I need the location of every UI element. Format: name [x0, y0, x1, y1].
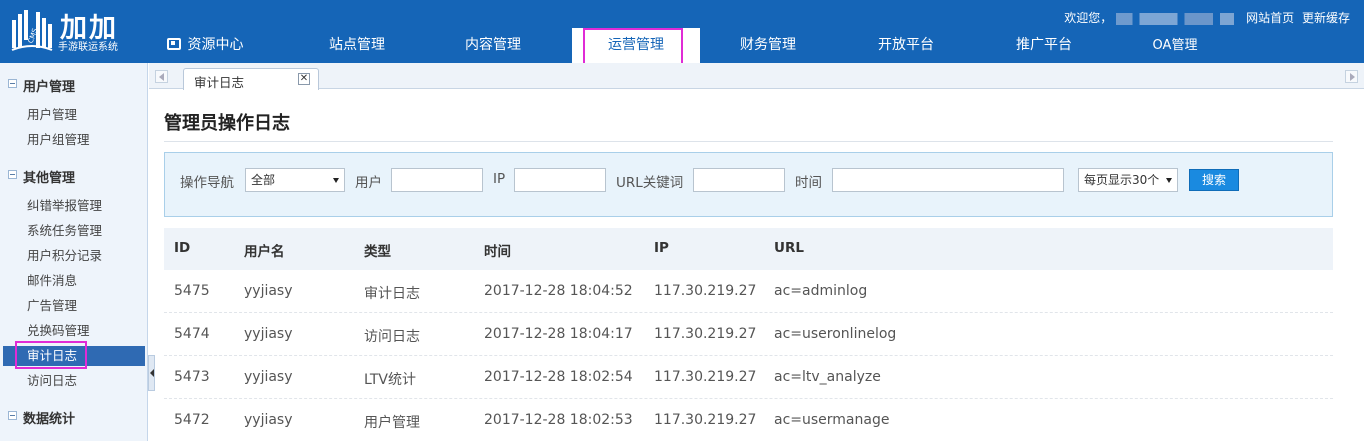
- logo-subtitle: 手游联运系统: [58, 42, 118, 53]
- sidebar-item-ad-management[interactable]: 广告管理: [0, 296, 148, 316]
- close-icon[interactable]: ✕: [298, 73, 310, 85]
- collapse-minus-icon: [8, 170, 17, 179]
- sidebar-item-system-task[interactable]: 系统任务管理: [0, 221, 148, 241]
- column-header-id: ID: [174, 240, 191, 256]
- cell-id: 5473: [174, 369, 210, 385]
- link-site-home[interactable]: 网站首页: [1246, 11, 1294, 25]
- logo[interactable]: CMS 加加 手游联运系统: [8, 6, 138, 56]
- nav-operations-management[interactable]: 运营管理: [572, 28, 700, 63]
- sidebar-item-user-management[interactable]: 用户管理: [0, 105, 148, 125]
- cell-url: ac=useronlinelog: [774, 326, 897, 342]
- collapse-minus-icon: [8, 79, 17, 88]
- sidebar-group-other[interactable]: 其他管理: [0, 164, 148, 188]
- table-header: ID 用户名 类型 时间 IP URL: [164, 228, 1333, 270]
- filter-user-input[interactable]: [391, 168, 483, 192]
- collapse-minus-icon: [8, 411, 17, 420]
- cell-username: yyjiasy: [244, 283, 293, 299]
- cell-type: 访问日志: [364, 329, 420, 345]
- monitor-icon: [166, 38, 181, 50]
- cell-ip: 117.30.219.27: [654, 283, 757, 299]
- cell-username: yyjiasy: [244, 412, 293, 428]
- cell-time: 2017-12-28 18:02:54: [484, 369, 633, 385]
- tab-scroll-right-icon[interactable]: [1345, 70, 1358, 83]
- cell-url: ac=usermanage: [774, 412, 890, 428]
- nav-content-management[interactable]: 内容管理: [448, 28, 538, 63]
- nav-resource-center[interactable]: 资源中心: [160, 28, 250, 63]
- cell-time: 2017-12-28 18:04:17: [484, 326, 633, 342]
- welcome-text: 欢迎您，: [1064, 11, 1113, 25]
- column-header-username: 用户名: [244, 244, 285, 260]
- filter-url-input[interactable]: [693, 168, 785, 192]
- cell-url: ac=adminlog: [774, 283, 868, 299]
- sidebar-item-points-record[interactable]: 用户积分记录: [0, 246, 148, 266]
- filter-time-input[interactable]: [832, 168, 1064, 192]
- column-header-ip: IP: [654, 240, 669, 256]
- search-button[interactable]: 搜索: [1189, 169, 1239, 191]
- table-row: 5475 yyjiasy 审计日志 2017-12-28 18:04:52 11…: [164, 270, 1333, 313]
- link-refresh-cache[interactable]: 更新缓存: [1302, 11, 1350, 25]
- cell-id: 5475: [174, 283, 210, 299]
- nav-promotion-platform[interactable]: 推广平台: [999, 28, 1089, 63]
- tab-scroll-left-icon[interactable]: [155, 70, 168, 83]
- filter-ip-label: IP: [493, 171, 506, 187]
- filter-ip-input[interactable]: [514, 168, 606, 192]
- column-header-time: 时间: [484, 244, 511, 260]
- sidebar-group-user[interactable]: 用户管理: [0, 73, 148, 97]
- cell-type: 用户管理: [364, 415, 420, 431]
- sidebar: 用户管理 用户管理 用户组管理 其他管理 纠错举报管理 系统任务管理 用户积分记…: [0, 63, 148, 441]
- per-page-select[interactable]: 每页显示30个: [1078, 168, 1178, 192]
- cell-time: 2017-12-28 18:04:52: [484, 283, 633, 299]
- cell-ip: 117.30.219.27: [654, 369, 757, 385]
- sidebar-item-mail-message[interactable]: 邮件消息: [0, 271, 148, 291]
- cell-ip: 117.30.219.27: [654, 326, 757, 342]
- column-header-url: URL: [774, 240, 804, 256]
- filter-url-label: URL关键词: [616, 175, 684, 191]
- cell-type: 审计日志: [364, 286, 420, 302]
- table-row: 5474 yyjiasy 访问日志 2017-12-28 18:04:17 11…: [164, 313, 1333, 356]
- page-title: 管理员操作日志: [164, 113, 290, 134]
- tab-audit-log[interactable]: 审计日志 ✕: [183, 68, 319, 90]
- column-header-type: 类型: [364, 244, 391, 260]
- cell-ip: 117.30.219.27: [654, 412, 757, 428]
- top-links: 欢迎您， 网站首页 更新缓存: [1060, 9, 1350, 26]
- sidebar-group-statistics[interactable]: 数据统计: [0, 405, 148, 429]
- table-row: 5472 yyjiasy 用户管理 2017-12-28 18:02:53 11…: [164, 399, 1333, 441]
- nav-open-platform[interactable]: 开放平台: [861, 28, 951, 63]
- main-nav: 资源中心 站点管理 内容管理 运营管理 财务管理 开放平台 推广平台 OA管理: [146, 28, 1226, 63]
- tab-label: 审计日志: [194, 75, 245, 90]
- sidebar-item-redeem-code[interactable]: 兑换码管理: [0, 321, 148, 341]
- cell-id: 5474: [174, 326, 210, 342]
- sidebar-item-error-report[interactable]: 纠错举报管理: [0, 196, 148, 216]
- tab-bar: 审计日志 ✕: [149, 63, 1364, 90]
- filter-panel: 操作导航 全部 用户 IP URL关键词 时间 每页显示30个 搜索: [164, 152, 1333, 217]
- sidebar-item-user-group[interactable]: 用户组管理: [0, 130, 148, 150]
- nav-finance-management[interactable]: 财务管理: [723, 28, 813, 63]
- cell-id: 5472: [174, 412, 210, 428]
- sidebar-item-audit-log[interactable]: 审计日志: [3, 346, 145, 366]
- sidebar-collapse-handle[interactable]: [148, 355, 155, 391]
- nav-site-management[interactable]: 站点管理: [312, 28, 402, 63]
- cell-type: LTV统计: [364, 372, 417, 388]
- table-row: 5473 yyjiasy LTV统计 2017-12-28 18:02:54 1…: [164, 356, 1333, 399]
- filter-nav-select[interactable]: 全部: [245, 168, 345, 192]
- title-divider: [164, 141, 1333, 142]
- top-header: CMS 加加 手游联运系统 欢迎您， 网站首页 更新缓存 资源中心 站点管理 内…: [0, 0, 1364, 63]
- cell-username: yyjiasy: [244, 326, 293, 342]
- cell-username: yyjiasy: [244, 369, 293, 385]
- sidebar-item-access-log[interactable]: 访问日志: [0, 371, 148, 391]
- cell-url: ac=ltv_analyze: [774, 369, 881, 385]
- filter-user-label: 用户: [355, 175, 382, 191]
- nav-oa-management[interactable]: OA管理: [1130, 28, 1220, 63]
- filter-time-label: 时间: [795, 175, 822, 191]
- username-redacted: [1116, 12, 1235, 25]
- filter-nav-label: 操作导航: [180, 175, 234, 191]
- logo-building-icon: CMS: [11, 10, 53, 51]
- cell-time: 2017-12-28 18:02:53: [484, 412, 633, 428]
